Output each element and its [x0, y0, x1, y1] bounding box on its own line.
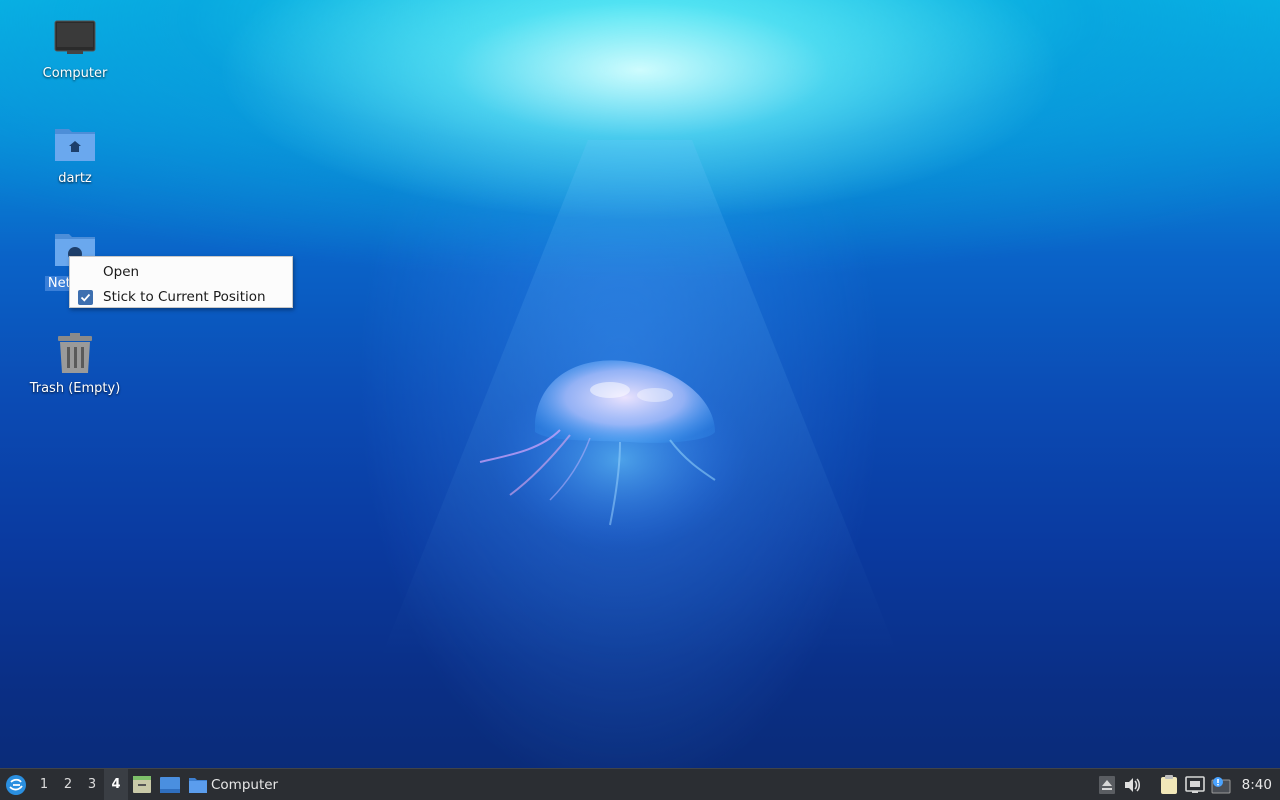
- clipboard-icon: [1160, 775, 1177, 794]
- network-icon: [1184, 776, 1205, 793]
- notification-icon: [1211, 777, 1231, 794]
- desktop-icon-label: Computer: [42, 66, 108, 81]
- taskbar: 1 2 3 4 Computer 8:40: [0, 768, 1280, 800]
- volume-icon: [1124, 778, 1140, 792]
- checkbox-checked-icon[interactable]: [78, 290, 93, 305]
- wallpaper-jellyfish: [479, 360, 750, 550]
- desktop-icon-computer[interactable]: Computer: [20, 14, 130, 81]
- workspace-2[interactable]: 2: [56, 769, 80, 800]
- system-tray: 8:40: [1094, 769, 1280, 800]
- computer-icon: [51, 14, 99, 62]
- home-folder-icon: [51, 119, 99, 167]
- desktop-icon-label: Trash (Empty): [29, 381, 121, 396]
- menu-item-open[interactable]: Open: [70, 260, 292, 285]
- folder-icon: [189, 777, 207, 793]
- desktop-icon-home[interactable]: dartz: [20, 119, 130, 186]
- desktop-icon-trash[interactable]: Trash (Empty): [20, 329, 130, 396]
- workspace-4[interactable]: 4: [104, 768, 128, 800]
- workspace-1[interactable]: 1: [32, 769, 56, 800]
- file-manager-button[interactable]: [128, 769, 156, 800]
- show-desktop-button[interactable]: [156, 769, 184, 800]
- menu-item-label: Open: [103, 264, 140, 280]
- task-label: Computer: [211, 776, 279, 793]
- notification-button[interactable]: [1208, 769, 1234, 800]
- task-button-computer[interactable]: Computer: [184, 769, 284, 800]
- trash-icon: [51, 329, 99, 377]
- volume-button[interactable]: [1120, 769, 1146, 800]
- eject-icon: [1098, 776, 1115, 794]
- context-menu: Open Stick to Current Position: [69, 256, 293, 308]
- show-desktop-icon: [160, 776, 180, 793]
- start-menu-button[interactable]: [0, 769, 32, 800]
- file-manager-icon: [133, 775, 151, 793]
- menu-item-label: Stick to Current Position: [103, 289, 266, 305]
- desktop-icon-label: dartz: [58, 171, 92, 186]
- lxqt-menu-icon: [6, 774, 26, 795]
- eject-button[interactable]: [1094, 769, 1120, 800]
- clock[interactable]: 8:40: [1234, 777, 1280, 793]
- workspace-3[interactable]: 3: [80, 769, 104, 800]
- clipboard-button[interactable]: [1156, 769, 1182, 800]
- wallpaper-light-rays: [380, 140, 900, 660]
- menu-item-stick-to-current-position[interactable]: Stick to Current Position: [70, 285, 292, 310]
- network-button[interactable]: [1182, 769, 1208, 800]
